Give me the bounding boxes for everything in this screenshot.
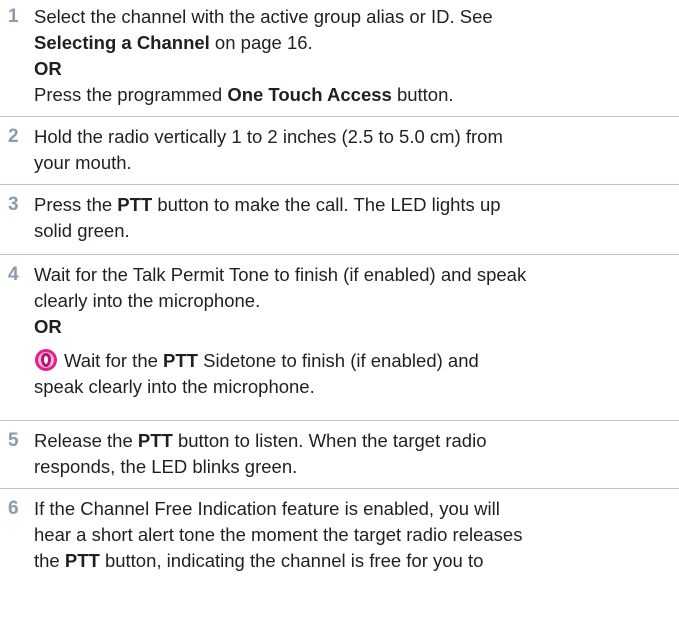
- step-number: 1: [8, 6, 19, 27]
- step-divider: [0, 116, 679, 117]
- step-number: 3: [8, 194, 19, 215]
- step-line: Select the channel with the active group…: [34, 6, 493, 27]
- step-text: Release the PTT button to listen. When t…: [34, 428, 674, 480]
- step-text-fragment: Press the programmed: [34, 84, 228, 105]
- manual-page: 1 Select the channel with the active gro…: [0, 0, 679, 641]
- button-name: PTT: [163, 350, 198, 371]
- step-text-fragment: the: [34, 550, 65, 571]
- step-text: Hold the radio vertically 1 to 2 inches …: [34, 124, 674, 176]
- step-divider: [0, 184, 679, 185]
- step-number: 5: [8, 430, 19, 451]
- step-line: speak clearly into the microphone.: [34, 376, 315, 397]
- button-name: PTT: [117, 194, 153, 215]
- step-number: 4: [8, 264, 19, 285]
- step-line: Release the PTT button to listen. When t…: [34, 428, 674, 454]
- step-line: the PTT button, indicating the channel i…: [34, 548, 674, 574]
- step-divider: [0, 488, 679, 489]
- step-text-fragment: button to make the call. The LED lights …: [152, 194, 501, 215]
- step-text-fragment: button.: [391, 84, 454, 105]
- cross-reference-link[interactable]: Selecting a Channel: [34, 32, 210, 53]
- button-name: PTT: [137, 430, 173, 451]
- step-line: Wait for the Talk Permit Tone to finish …: [34, 264, 527, 285]
- step-line: Press the programmed One Touch Access bu…: [34, 82, 674, 108]
- step-text-fragment: Press the: [34, 194, 118, 215]
- step-text-fragment: on page 16.: [209, 32, 313, 53]
- step-divider: [0, 254, 679, 255]
- button-name: One Touch Access: [227, 84, 392, 105]
- step-line: responds, the LED blinks green.: [34, 456, 298, 477]
- step-text: If the Channel Free Indication feature i…: [34, 496, 674, 574]
- step-line: hear a short alert tone the moment the t…: [34, 524, 523, 545]
- or-label: OR: [34, 316, 62, 337]
- step-text: Select the channel with the active group…: [34, 4, 674, 108]
- step-number: 6: [8, 498, 19, 519]
- step-text-fragment: Wait for the: [64, 350, 164, 371]
- or-label: OR: [34, 58, 62, 79]
- step-divider: [0, 420, 679, 421]
- step-text: Press the PTT button to make the call. T…: [34, 192, 674, 244]
- step-line: Press the PTT button to make the call. T…: [34, 192, 674, 218]
- step-text-fragment: Sidetone to finish (if enabled) and: [198, 350, 479, 371]
- step-line: clearly into the microphone.: [34, 290, 261, 311]
- step-text-fragment: button, indicating the channel is free f…: [99, 550, 484, 571]
- feature-icon: [34, 348, 58, 372]
- step-line: solid green.: [34, 220, 130, 241]
- step-line: Wait for the PTT Sidetone to finish (if …: [34, 348, 674, 374]
- step-text-fragment: Release the: [34, 430, 138, 451]
- step-line: your mouth.: [34, 152, 132, 173]
- step-line: Selecting a Channel on page 16.: [34, 30, 674, 56]
- step-line: Hold the radio vertically 1 to 2 inches …: [34, 126, 503, 147]
- step-number: 2: [8, 126, 19, 147]
- step-text-fragment: button to listen. When the target radio: [172, 430, 487, 451]
- step-line: If the Channel Free Indication feature i…: [34, 498, 500, 519]
- step-text: Wait for the Talk Permit Tone to finish …: [34, 262, 674, 400]
- button-name: PTT: [64, 550, 100, 571]
